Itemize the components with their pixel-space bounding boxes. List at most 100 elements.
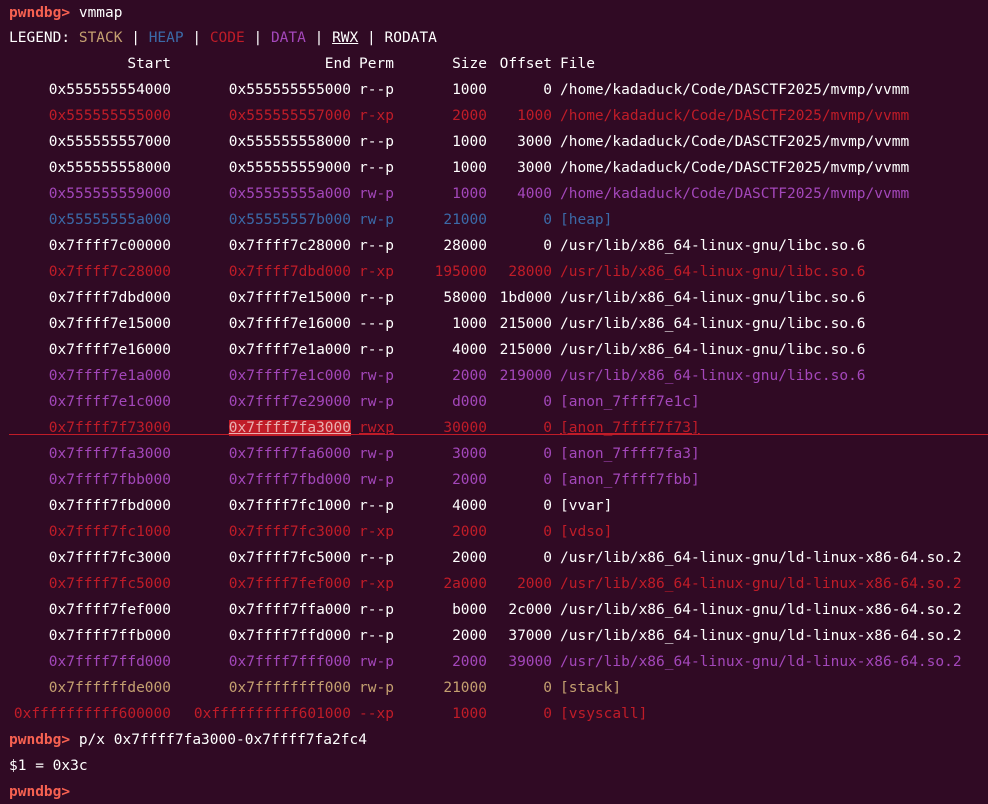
row-size: 1000 bbox=[452, 134, 487, 150]
legend-separator: | bbox=[244, 30, 271, 46]
row-file: /usr/lib/x86_64-linux-gnu/libc.so.6 bbox=[560, 316, 866, 332]
row-perm: rw-p bbox=[359, 654, 394, 670]
row-file: /home/kadaduck/Code/DASCTF2025/mvmp/vvmm bbox=[560, 82, 910, 98]
row-file: /home/kadaduck/Code/DASCTF2025/mvmp/vvmm bbox=[560, 108, 910, 124]
row-offset: 39000 bbox=[508, 654, 552, 670]
table-row: 0x7ffff7ffb000 0x7ffff7ffd000 r--p 2000 3700… bbox=[9, 623, 962, 649]
row-perm: ---p bbox=[359, 316, 394, 332]
row-perm: r-xp bbox=[359, 524, 394, 540]
row-perm: r--p bbox=[359, 602, 394, 618]
row-perm: r--p bbox=[359, 550, 394, 566]
table-header: Start End Perm Size Offset File bbox=[9, 51, 595, 77]
row-end: 0x555555555000 bbox=[228, 82, 351, 98]
row-end: 0x7ffff7e16000 bbox=[228, 316, 351, 332]
table-row: 0x7ffff7c00000 0x7ffff7c28000 r--p 28000 0/u… bbox=[9, 233, 866, 259]
row-perm: --xp bbox=[359, 706, 394, 722]
row-end: 0xffffffffff601000 bbox=[193, 706, 351, 722]
row-file: /usr/lib/x86_64-linux-gnu/libc.so.6 bbox=[560, 342, 866, 358]
row-offset: 3000 bbox=[517, 134, 552, 150]
prompt-line-px: pwndbg> p/x 0x7ffff7fa3000-0x7ffff7fa2fc… bbox=[9, 727, 367, 753]
row-size: 3000 bbox=[452, 446, 487, 462]
legend-heap: HEAP bbox=[148, 30, 184, 46]
terminal-window[interactable]: pwndbg> vmmap LEGEND: STACK | HEAP | COD… bbox=[0, 0, 988, 804]
row-perm: r--p bbox=[359, 628, 394, 644]
prompt: pwndbg> bbox=[9, 732, 71, 748]
row-file: /usr/lib/x86_64-linux-gnu/ld-linux-x86-6… bbox=[560, 628, 962, 644]
row-offset: 4000 bbox=[517, 186, 552, 202]
row-size: 28000 bbox=[443, 238, 487, 254]
row-offset: 0 bbox=[543, 680, 552, 696]
command-result: $1 = 0x3c bbox=[9, 758, 88, 774]
row-perm: r-xp bbox=[359, 108, 394, 124]
row-file: /usr/lib/x86_64-linux-gnu/ld-linux-x86-6… bbox=[560, 550, 962, 566]
row-end: 0x7ffff7e1a000 bbox=[228, 342, 351, 358]
row-perm: r--p bbox=[359, 82, 394, 98]
row-size: d000 bbox=[452, 394, 487, 410]
table-row: 0x7ffff7e15000 0x7ffff7e16000 ---p 1000 2150… bbox=[9, 311, 866, 337]
row-file: [stack] bbox=[560, 680, 622, 696]
row-offset: 0 bbox=[543, 550, 552, 566]
row-start: 0x555555557000 bbox=[48, 134, 171, 150]
row-offset: 0 bbox=[543, 524, 552, 540]
table-row-rwx: 0x7ffff7f73000 0x7ffff7fa3000 rwxp 30000 0 [a… bbox=[9, 415, 700, 441]
row-perm: r--p bbox=[359, 290, 394, 306]
legend-separator: | bbox=[358, 30, 385, 46]
header-offset: Offset bbox=[499, 56, 552, 72]
row-file: [vsyscall] bbox=[560, 706, 648, 722]
command-px: p/x 0x7ffff7fa3000-0x7ffff7fa2fc4 bbox=[78, 732, 367, 748]
row-size: 2000 bbox=[452, 472, 487, 488]
row-size: 4000 bbox=[452, 498, 487, 514]
row-size: 1000 bbox=[452, 186, 487, 202]
row-file: [anon_7ffff7f73] bbox=[560, 420, 700, 436]
legend-code: CODE bbox=[209, 30, 245, 46]
row-end: 0x7ffff7e1c000 bbox=[228, 368, 351, 384]
table-row: 0x7ffffffde000 0x7ffffffff000 rw-p 21000 0 [s… bbox=[9, 675, 621, 701]
legend-separator: | bbox=[122, 30, 149, 46]
row-end: 0x55555555a000 bbox=[228, 186, 351, 202]
row-size: 1000 bbox=[452, 316, 487, 332]
row-perm: rwxp bbox=[359, 420, 394, 436]
row-perm: rw-p bbox=[359, 472, 394, 488]
table-row: 0x7ffff7fc5000 0x7ffff7fef000 r-xp 2a000 200… bbox=[9, 571, 962, 597]
row-offset: 0 bbox=[543, 498, 552, 514]
row-offset: 28000 bbox=[508, 264, 552, 280]
row-start: 0x7ffff7c28000 bbox=[48, 264, 171, 280]
prompt-line-current[interactable]: pwndbg> bbox=[9, 779, 70, 804]
table-row: 0x7ffff7c28000 0x7ffff7dbd000 r-xp 195000 28… bbox=[9, 259, 866, 285]
row-file: /home/kadaduck/Code/DASCTF2025/mvmp/vvmm bbox=[560, 186, 910, 202]
row-size: 1000 bbox=[452, 82, 487, 98]
legend-line: LEGEND: STACK | HEAP | CODE | DATA | RWX… bbox=[9, 25, 437, 51]
row-file: /usr/lib/x86_64-linux-gnu/libc.so.6 bbox=[560, 264, 866, 280]
row-offset: 0 bbox=[543, 706, 552, 722]
row-start: 0x7ffff7dbd000 bbox=[48, 290, 171, 306]
row-offset: 1000 bbox=[517, 108, 552, 124]
header-file: File bbox=[560, 56, 595, 72]
row-end: 0x7ffff7c28000 bbox=[228, 238, 351, 254]
row-file: [vdso] bbox=[560, 524, 613, 540]
row-start: 0x555555554000 bbox=[48, 82, 171, 98]
prompt-line-vmmap: pwndbg> vmmap bbox=[9, 0, 123, 26]
table-row: 0x7ffff7fef000 0x7ffff7ffa000 r--p b000 2c00… bbox=[9, 597, 962, 623]
row-end: 0x555555557000 bbox=[228, 108, 351, 124]
row-start: 0x7ffff7e15000 bbox=[48, 316, 171, 332]
row-size: 2000 bbox=[452, 654, 487, 670]
row-perm: rw-p bbox=[359, 394, 394, 410]
row-perm: rw-p bbox=[359, 446, 394, 462]
row-file: [anon_7ffff7e1c] bbox=[560, 394, 700, 410]
row-perm: r--p bbox=[359, 342, 394, 358]
table-row: 0x555555554000 0x555555555000 r--p 1000 0/ho… bbox=[9, 77, 909, 103]
legend-label: LEGEND: bbox=[9, 30, 71, 46]
row-perm: rw-p bbox=[359, 186, 394, 202]
table-row: 0x7ffff7e16000 0x7ffff7e1a000 r--p 4000 2150… bbox=[9, 337, 866, 363]
prompt: pwndbg> bbox=[9, 784, 71, 800]
row-size: 195000 bbox=[434, 264, 487, 280]
row-file: /usr/lib/x86_64-linux-gnu/libc.so.6 bbox=[560, 238, 866, 254]
legend-separator: | bbox=[183, 30, 210, 46]
row-offset: 0 bbox=[543, 82, 552, 98]
row-size: 21000 bbox=[443, 212, 487, 228]
row-end: 0x7ffff7dbd000 bbox=[228, 264, 351, 280]
row-start: 0x7ffff7fbb000 bbox=[48, 472, 171, 488]
header-end: End bbox=[324, 56, 351, 72]
row-size: b000 bbox=[452, 602, 487, 618]
row-offset: 2000 bbox=[517, 576, 552, 592]
